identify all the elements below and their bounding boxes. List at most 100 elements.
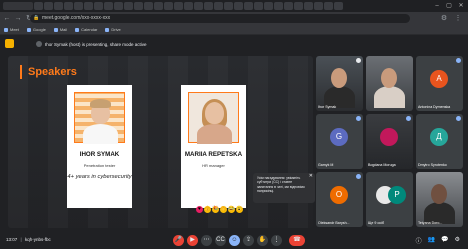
participant-avatar: O [330, 186, 348, 204]
browser-tab[interactable] [134, 2, 143, 10]
reactions-icon[interactable]: ☺ [229, 235, 240, 246]
browser-tab[interactable] [314, 2, 323, 10]
settings-icon[interactable]: ⋮ [271, 235, 282, 246]
browser-tab[interactable] [244, 2, 253, 10]
browser-tab[interactable] [154, 2, 163, 10]
participant-tile[interactable] [366, 56, 413, 111]
meet-logo-icon [5, 39, 14, 48]
browser-tab[interactable] [184, 2, 193, 10]
participant-name: Gamyk M [318, 163, 334, 167]
bookmark-item[interactable]: Google [26, 27, 46, 32]
back-icon[interactable]: ← [3, 15, 11, 23]
browser-tab[interactable] [174, 2, 183, 10]
participant-tile[interactable]: A Antonina Dymenska [416, 56, 463, 111]
laugh-reaction-icon[interactable]: 😂 [228, 206, 235, 213]
surprised-reaction-icon[interactable]: 😮 [236, 206, 243, 213]
browser-tab[interactable] [114, 2, 123, 10]
forward-icon[interactable]: → [14, 15, 22, 23]
browser-tab[interactable] [304, 2, 313, 10]
mic-icon [456, 58, 461, 63]
browser-tab[interactable] [234, 2, 243, 10]
chat-icon[interactable]: 💬 [441, 236, 448, 245]
participant-body [374, 86, 405, 108]
browser-tab[interactable] [284, 2, 293, 10]
browser-tab[interactable] [54, 2, 63, 10]
browser-tab-active[interactable] [3, 2, 33, 10]
browser-tab[interactable] [224, 2, 233, 10]
people-icon[interactable]: 👥 [428, 236, 435, 245]
info-icon[interactable]: ⓘ [416, 236, 422, 245]
browser-tab[interactable] [204, 2, 213, 10]
browser-tab[interactable] [264, 2, 273, 10]
participant-head [381, 68, 397, 88]
speaker-name: MARIIA REPETSKA [184, 151, 243, 158]
browser-tab[interactable] [164, 2, 173, 10]
participant-head [431, 184, 447, 204]
participant-tile[interactable]: G Gamyk M [316, 114, 363, 169]
extensions-icon[interactable]: ⚙ [440, 15, 448, 23]
bookmark-item[interactable]: Calendar [75, 27, 97, 32]
lock-icon: 🔒 [33, 15, 40, 21]
browser-tab[interactable] [334, 2, 343, 10]
browser-tab[interactable] [84, 2, 93, 10]
participant-tile[interactable]: O Oleksandr Barysh... [316, 172, 363, 227]
clock-time: 13:07 [6, 237, 18, 242]
participant-name: Ihor Symak [318, 105, 337, 109]
presentation-banner: Ihor Symak (host) is presenting, share m… [36, 41, 147, 47]
browser-tab[interactable] [214, 2, 223, 10]
mic-icon [456, 116, 461, 121]
more-options-icon[interactable]: ⋯ [201, 235, 212, 246]
raise-hand-icon[interactable]: ✋ [257, 235, 268, 246]
present-screen-icon[interactable]: ⇪ [243, 235, 254, 246]
browser-tab[interactable] [124, 2, 133, 10]
participant-avatar [380, 128, 398, 146]
browser-tab[interactable] [104, 2, 113, 10]
party-reaction-icon[interactable]: 🎉 [212, 206, 219, 213]
close-toast-icon[interactable]: ✕ [309, 173, 313, 179]
call-controls-bar: 13:07 | kqh-ynbs-fbc 🎤 ▶ ⋯ CC ☺ ⇪ ✋ ⋮ ☎ … [0, 232, 468, 249]
bookmark-item[interactable]: Drive [105, 27, 121, 32]
camera-toggle-icon[interactable]: ▶ [187, 235, 198, 246]
participant-tile[interactable]: Ihor Symak [316, 56, 363, 111]
banner-text: Ihor Symak (host) is presenting, share m… [45, 41, 147, 47]
browser-tab[interactable] [44, 2, 53, 10]
more-participants-tile[interactable]: P Ще 9 осіб [366, 172, 413, 227]
mic-toggle-icon[interactable]: 🎤 [173, 235, 184, 246]
bookmark-item[interactable]: Meet [4, 27, 19, 32]
menu-icon[interactable]: ⋮ [454, 15, 462, 23]
browser-tab[interactable] [34, 2, 43, 10]
participant-tile[interactable]: Tetyana Doro... [416, 172, 463, 227]
thumbs-up-reaction-icon[interactable]: 👍 [204, 206, 211, 213]
minimize-icon[interactable]: – [432, 2, 442, 10]
browser-tab[interactable] [64, 2, 73, 10]
captions-icon[interactable]: CC [215, 235, 226, 246]
speaker-photo [188, 92, 239, 144]
bookmark-item[interactable]: Mail [53, 27, 67, 32]
maximize-icon[interactable]: ▢ [444, 2, 454, 10]
speaker-head [205, 102, 224, 124]
browser-tab[interactable] [274, 2, 283, 10]
browser-tab[interactable] [74, 2, 83, 10]
speaker-role: Penetration tester [83, 163, 116, 168]
browser-tab[interactable] [144, 2, 153, 10]
browser-tab[interactable] [254, 2, 263, 10]
participant-name: Tetyana Doro... [418, 221, 443, 225]
browser-tab[interactable] [324, 2, 333, 10]
speaker-experience: 4+ years in cybersecurity [67, 174, 132, 180]
participant-tile[interactable]: Д Dmytro Syrotenko [416, 114, 463, 169]
participant-tile[interactable]: Bogdana Moruga [366, 114, 413, 169]
speaker-photo [74, 92, 125, 144]
mic-icon [406, 116, 411, 121]
participant-head [331, 68, 347, 88]
leave-call-button[interactable]: ☎ [289, 235, 305, 246]
heart-reaction-icon[interactable]: ♥ [196, 206, 203, 213]
speaker-name: IHOR SYMAK [79, 151, 120, 158]
browser-tab[interactable] [94, 2, 103, 10]
browser-tab[interactable] [194, 2, 203, 10]
clap-reaction-icon[interactable]: 👏 [220, 206, 227, 213]
browser-tab[interactable] [294, 2, 303, 10]
participant-grid: Ihor Symak A Antonina Dymenska G Gamyk M… [316, 56, 464, 228]
close-window-icon[interactable]: ✕ [456, 2, 466, 10]
url-input[interactable]: 🔒 meet.google.com/xxx-xxxx-xxx [30, 14, 410, 23]
activities-icon[interactable]: ⚙ [455, 236, 460, 245]
